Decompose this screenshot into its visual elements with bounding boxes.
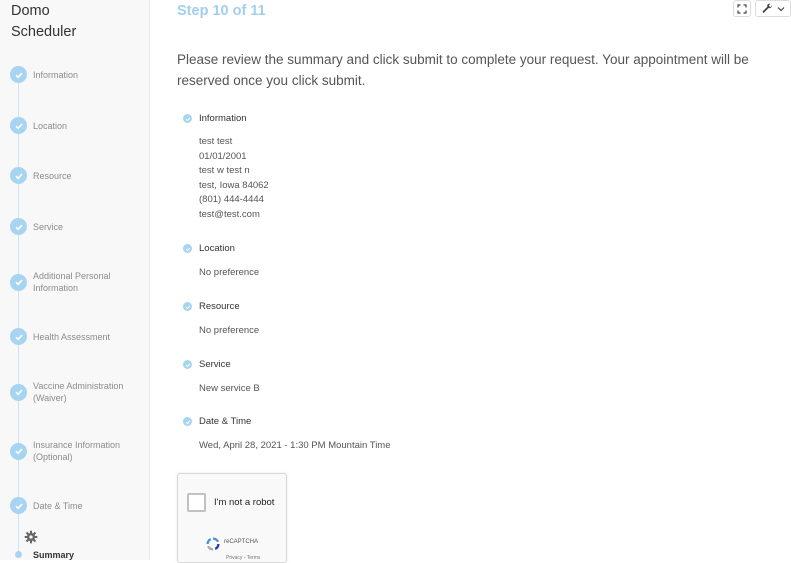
summary-section-date-time: Date & Time Wed, April 28, 2021 - 1:30 P…: [183, 416, 391, 454]
sidebar-step-resource[interactable]: Resource: [10, 167, 137, 184]
check-circle-icon: [10, 328, 27, 345]
sidebar-step-insurance-information[interactable]: Insurance Information (Optional): [10, 439, 137, 463]
step-title: Step 10 of 11: [177, 3, 266, 19]
fullscreen-icon: [737, 3, 747, 14]
sidebar-step-vaccine-administration[interactable]: Vaccine Administration (Waiver): [10, 380, 137, 404]
section-title: Service: [199, 359, 231, 370]
section-value: No preference: [199, 325, 260, 336]
app-title-line-2: Scheduler: [11, 24, 77, 40]
sidebar-step-summary[interactable]: Summary: [33, 550, 74, 560]
recaptcha-label: I'm not a robot: [214, 497, 275, 508]
top-toolbar: [733, 0, 791, 17]
check-circle-icon: [10, 218, 27, 235]
recaptcha-brand: reCAPTCHA: [224, 539, 259, 545]
info-line: test, Iowa 84062: [199, 179, 269, 191]
app-title: Domo Scheduler: [11, 1, 76, 43]
sidebar-step-label: Service: [33, 221, 64, 232]
recaptcha-logo-icon: [206, 537, 220, 551]
recaptcha-widget: I'm not a robot reCAPTCHA Privacy - Term…: [177, 473, 287, 563]
section-value: Wed, April 28, 2021 - 1:30 PM Mountain T…: [199, 440, 391, 451]
sidebar-step-additional-personal-information[interactable]: Additional Personal Information: [10, 270, 137, 294]
sidebar-step-health-assessment[interactable]: Health Assessment: [10, 328, 137, 345]
recaptcha-terms-link[interactable]: Privacy - Terms: [226, 555, 260, 561]
section-body: test test 01/01/2001 test w test n test,…: [199, 135, 269, 222]
info-line: test test: [199, 136, 233, 147]
check-circle-icon: [183, 244, 192, 253]
sidebar-step-location[interactable]: Location: [10, 117, 137, 134]
check-circle-icon: [10, 383, 27, 401]
check-circle-icon: [183, 114, 192, 123]
check-circle-icon: [10, 497, 27, 514]
summary-section-location: Location No preference: [183, 243, 259, 281]
sidebar-step-label: Insurance Information (Optional): [33, 440, 121, 462]
sidebar-step-label: Health Assessment: [33, 331, 111, 342]
sidebar: Domo Scheduler Information Location Reso…: [0, 0, 150, 560]
gear-icon[interactable]: [24, 530, 38, 544]
sidebar-step-label: Location: [33, 120, 68, 131]
info-line: 01/01/2001: [199, 150, 247, 162]
main-content: Step 10 of 11 Please review the summary …: [150, 0, 791, 563]
summary-section-service: Service New service B: [183, 359, 260, 397]
sidebar-step-label: Additional Personal Information: [33, 271, 111, 293]
check-circle-icon: [10, 273, 27, 291]
check-circle-icon: [10, 117, 27, 134]
sidebar-step-label: Vaccine Administration (Waiver): [33, 381, 124, 403]
section-value: New service B: [199, 383, 260, 394]
check-circle-icon: [183, 360, 192, 369]
section-title: Resource: [199, 301, 240, 312]
check-circle-icon: [10, 167, 27, 184]
sidebar-step-label: Information: [33, 69, 79, 80]
summary-section-information: Information test test 01/01/2001 test w …: [183, 113, 269, 222]
intro-text: Please review the summary and click subm…: [177, 52, 749, 88]
wrench-icon: [762, 3, 772, 13]
settings-menu-button[interactable]: [755, 0, 791, 17]
sidebar-step-date-time[interactable]: Date & Time: [10, 497, 137, 514]
sidebar-step-label: Date & Time: [33, 500, 83, 511]
sidebar-step-information[interactable]: Information: [10, 66, 137, 83]
check-circle-icon: [10, 66, 27, 83]
chevron-down-icon: [777, 6, 784, 11]
section-title: Location: [199, 243, 235, 254]
sidebar-step-label: Resource: [33, 170, 72, 181]
check-circle-icon: [10, 442, 27, 460]
check-circle-icon: [183, 302, 192, 311]
summary-section-resource: Resource No preference: [183, 301, 259, 339]
info-line: test w test n: [199, 165, 250, 176]
fullscreen-button[interactable]: [733, 0, 751, 17]
section-title: Information: [199, 113, 247, 124]
info-line: test@test.com: [199, 208, 260, 220]
section-title: Date & Time: [199, 416, 252, 427]
section-value: No preference: [199, 267, 260, 278]
app-title-line-1: Domo: [11, 3, 50, 19]
sidebar-step-service[interactable]: Service: [10, 218, 137, 235]
current-step-indicator: [15, 551, 22, 558]
recaptcha-checkbox[interactable]: [187, 493, 206, 512]
info-line: (801) 444-4444: [199, 194, 264, 205]
check-circle-icon: [183, 417, 192, 426]
progress-line: [18, 74, 19, 554]
